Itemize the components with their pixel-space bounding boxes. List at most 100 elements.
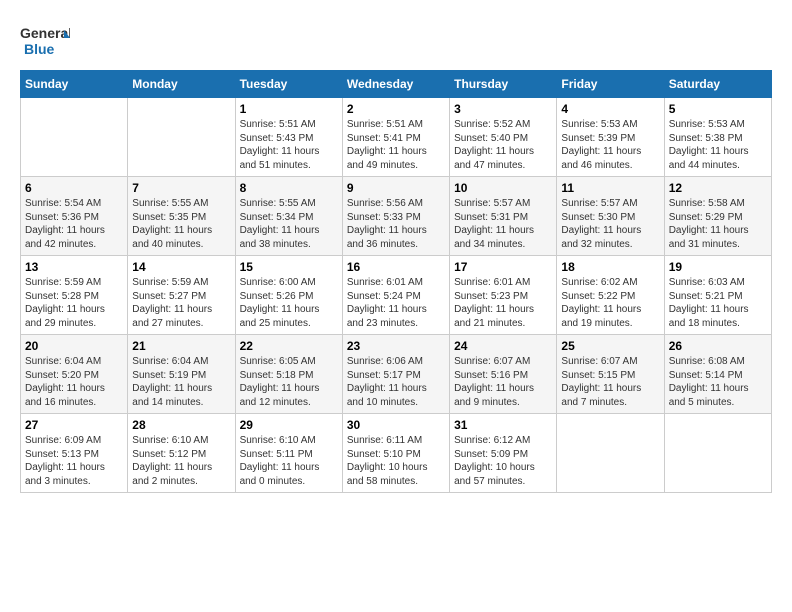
calendar-day-cell — [557, 414, 664, 493]
calendar-day-cell: 5 Sunrise: 5:53 AM Sunset: 5:38 PM Daylig… — [664, 98, 771, 177]
calendar-week-row: 20 Sunrise: 6:04 AM Sunset: 5:20 PM Dayli… — [21, 335, 772, 414]
calendar-day-cell: 6 Sunrise: 5:54 AM Sunset: 5:36 PM Daylig… — [21, 177, 128, 256]
day-info: Sunrise: 6:04 AM Sunset: 5:20 PM Dayligh… — [25, 355, 123, 409]
day-number: 20 — [25, 339, 123, 353]
day-number: 9 — [347, 181, 445, 195]
day-info: Sunrise: 5:58 AM Sunset: 5:29 PM Dayligh… — [669, 197, 767, 251]
calendar-day-cell: 17Sunrise: 6:01 AM Sunset: 5:23 PM Dayli… — [450, 256, 557, 335]
day-info: Sunrise: 6:01 AM Sunset: 5:24 PM Dayligh… — [347, 276, 445, 330]
day-info: Sunrise: 5:54 AM Sunset: 5:36 PM Dayligh… — [25, 197, 123, 251]
day-info: Sunrise: 6:10 AM Sunset: 5:12 PM Dayligh… — [132, 434, 230, 488]
day-info: Sunrise: 5:53 AM Sunset: 5:38 PM Dayligh… — [669, 118, 767, 172]
calendar-day-cell: 13 Sunrise: 5:59 AM Sunset: 5:28 PM Dayli… — [21, 256, 128, 335]
day-number: 14 — [132, 260, 230, 274]
day-number: 29 — [240, 418, 338, 432]
day-number: 7 — [132, 181, 230, 195]
calendar-day-cell: 28Sunrise: 6:10 AM Sunset: 5:12 PM Dayli… — [128, 414, 235, 493]
weekday-header-cell: Friday — [557, 71, 664, 98]
day-info: Sunrise: 5:56 AM Sunset: 5:33 PM Dayligh… — [347, 197, 445, 251]
day-number: 18 — [561, 260, 659, 274]
day-info: Sunrise: 6:02 AM Sunset: 5:22 PM Dayligh… — [561, 276, 659, 330]
day-number: 5 — [669, 102, 767, 116]
calendar-week-row: 6 Sunrise: 5:54 AM Sunset: 5:36 PM Daylig… — [21, 177, 772, 256]
day-info: Sunrise: 6:04 AM Sunset: 5:19 PM Dayligh… — [132, 355, 230, 409]
calendar-day-cell: 24Sunrise: 6:07 AM Sunset: 5:16 PM Dayli… — [450, 335, 557, 414]
day-info: Sunrise: 6:03 AM Sunset: 5:21 PM Dayligh… — [669, 276, 767, 330]
day-number: 3 — [454, 102, 552, 116]
logo-svg: General Blue — [20, 20, 70, 60]
day-number: 12 — [669, 181, 767, 195]
day-info: Sunrise: 5:57 AM Sunset: 5:30 PM Dayligh… — [561, 197, 659, 251]
day-info: Sunrise: 5:59 AM Sunset: 5:27 PM Dayligh… — [132, 276, 230, 330]
day-number: 4 — [561, 102, 659, 116]
day-number: 10 — [454, 181, 552, 195]
day-info: Sunrise: 5:59 AM Sunset: 5:28 PM Dayligh… — [25, 276, 123, 330]
day-number: 25 — [561, 339, 659, 353]
day-info: Sunrise: 6:12 AM Sunset: 5:09 PM Dayligh… — [454, 434, 552, 488]
day-number: 16 — [347, 260, 445, 274]
calendar-week-row: 13 Sunrise: 5:59 AM Sunset: 5:28 PM Dayli… — [21, 256, 772, 335]
calendar-table: SundayMondayTuesdayWednesdayThursdayFrid… — [20, 70, 772, 493]
calendar-day-cell: 21 Sunrise: 6:04 AM Sunset: 5:19 PM Dayli… — [128, 335, 235, 414]
weekday-header-row: SundayMondayTuesdayWednesdayThursdayFrid… — [21, 71, 772, 98]
day-info: Sunrise: 5:55 AM Sunset: 5:35 PM Dayligh… — [132, 197, 230, 251]
svg-text:General: General — [20, 25, 70, 41]
calendar-day-cell — [664, 414, 771, 493]
day-info: Sunrise: 6:11 AM Sunset: 5:10 PM Dayligh… — [347, 434, 445, 488]
calendar-day-cell: 1 Sunrise: 5:51 AM Sunset: 5:43 PM Daylig… — [235, 98, 342, 177]
day-info: Sunrise: 5:52 AM Sunset: 5:40 PM Dayligh… — [454, 118, 552, 172]
day-number: 11 — [561, 181, 659, 195]
calendar-day-cell: 10 Sunrise: 5:57 AM Sunset: 5:31 PM Dayli… — [450, 177, 557, 256]
day-number: 17 — [454, 260, 552, 274]
day-number: 23 — [347, 339, 445, 353]
calendar-week-row: 27Sunrise: 6:09 AM Sunset: 5:13 PM Dayli… — [21, 414, 772, 493]
weekday-header-cell: Thursday — [450, 71, 557, 98]
day-number: 30 — [347, 418, 445, 432]
logo: General Blue — [20, 20, 70, 60]
calendar-day-cell: 2 Sunrise: 5:51 AM Sunset: 5:41 PM Daylig… — [342, 98, 449, 177]
calendar-day-cell: 25 Sunrise: 6:07 AM Sunset: 5:15 PM Dayli… — [557, 335, 664, 414]
day-info: Sunrise: 6:00 AM Sunset: 5:26 PM Dayligh… — [240, 276, 338, 330]
day-info: Sunrise: 5:55 AM Sunset: 5:34 PM Dayligh… — [240, 197, 338, 251]
calendar-day-cell: 22 Sunrise: 6:05 AM Sunset: 5:18 PM Dayli… — [235, 335, 342, 414]
day-number: 2 — [347, 102, 445, 116]
day-info: Sunrise: 5:51 AM Sunset: 5:43 PM Dayligh… — [240, 118, 338, 172]
day-info: Sunrise: 6:05 AM Sunset: 5:18 PM Dayligh… — [240, 355, 338, 409]
day-number: 22 — [240, 339, 338, 353]
day-number: 6 — [25, 181, 123, 195]
day-info: Sunrise: 6:06 AM Sunset: 5:17 PM Dayligh… — [347, 355, 445, 409]
day-number: 31 — [454, 418, 552, 432]
day-info: Sunrise: 5:57 AM Sunset: 5:31 PM Dayligh… — [454, 197, 552, 251]
day-info: Sunrise: 5:53 AM Sunset: 5:39 PM Dayligh… — [561, 118, 659, 172]
calendar-day-cell: 8Sunrise: 5:55 AM Sunset: 5:34 PM Daylig… — [235, 177, 342, 256]
day-number: 13 — [25, 260, 123, 274]
day-info: Sunrise: 6:08 AM Sunset: 5:14 PM Dayligh… — [669, 355, 767, 409]
calendar-day-cell: 3 Sunrise: 5:52 AM Sunset: 5:40 PM Daylig… — [450, 98, 557, 177]
day-info: Sunrise: 6:10 AM Sunset: 5:11 PM Dayligh… — [240, 434, 338, 488]
calendar-day-cell: 7 Sunrise: 5:55 AM Sunset: 5:35 PM Daylig… — [128, 177, 235, 256]
calendar-day-cell: 15 Sunrise: 6:00 AM Sunset: 5:26 PM Dayli… — [235, 256, 342, 335]
day-number: 1 — [240, 102, 338, 116]
calendar-day-cell: 4 Sunrise: 5:53 AM Sunset: 5:39 PM Daylig… — [557, 98, 664, 177]
day-number: 21 — [132, 339, 230, 353]
calendar-day-cell: 9 Sunrise: 5:56 AM Sunset: 5:33 PM Daylig… — [342, 177, 449, 256]
svg-text:Blue: Blue — [24, 41, 55, 57]
day-number: 26 — [669, 339, 767, 353]
weekday-header-cell: Monday — [128, 71, 235, 98]
calendar-day-cell: 20 Sunrise: 6:04 AM Sunset: 5:20 PM Dayli… — [21, 335, 128, 414]
calendar-day-cell — [128, 98, 235, 177]
calendar-day-cell: 23 Sunrise: 6:06 AM Sunset: 5:17 PM Dayli… — [342, 335, 449, 414]
calendar-day-cell: 16 Sunrise: 6:01 AM Sunset: 5:24 PM Dayli… — [342, 256, 449, 335]
calendar-day-cell: 30 Sunrise: 6:11 AM Sunset: 5:10 PM Dayli… — [342, 414, 449, 493]
day-number: 15 — [240, 260, 338, 274]
calendar-day-cell: 26 Sunrise: 6:08 AM Sunset: 5:14 PM Dayli… — [664, 335, 771, 414]
day-number: 19 — [669, 260, 767, 274]
day-number: 27 — [25, 418, 123, 432]
weekday-header-cell: Tuesday — [235, 71, 342, 98]
calendar-day-cell — [21, 98, 128, 177]
day-info: Sunrise: 5:51 AM Sunset: 5:41 PM Dayligh… — [347, 118, 445, 172]
day-info: Sunrise: 6:07 AM Sunset: 5:15 PM Dayligh… — [561, 355, 659, 409]
calendar-day-cell: 19 Sunrise: 6:03 AM Sunset: 5:21 PM Dayli… — [664, 256, 771, 335]
calendar-day-cell: 12 Sunrise: 5:58 AM Sunset: 5:29 PM Dayli… — [664, 177, 771, 256]
calendar-day-cell: 29 Sunrise: 6:10 AM Sunset: 5:11 PM Dayli… — [235, 414, 342, 493]
